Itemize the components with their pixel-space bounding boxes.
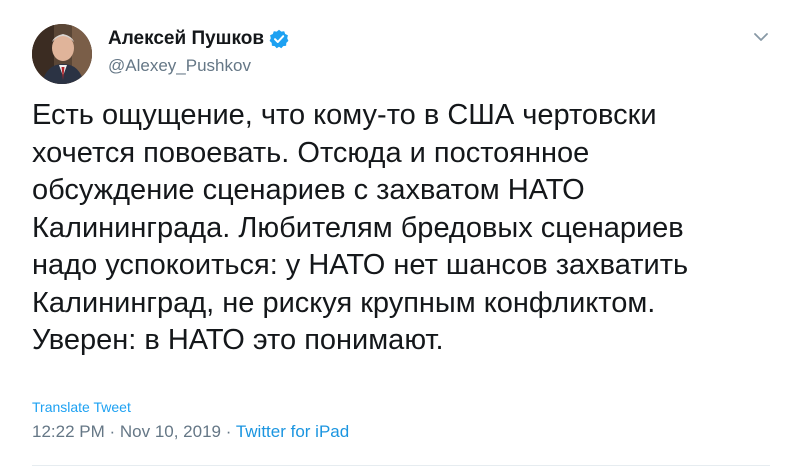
avatar[interactable] (32, 24, 92, 84)
author-handle[interactable]: @Alexey_Pushkov (108, 56, 289, 76)
name-row: Алексей Пушков (108, 26, 289, 52)
tweet-card: Алексей Пушков @Alexey_Pushkov Есть ощущ… (0, 0, 800, 472)
tweet-text-line: Калининград, не рискуя крупным конфликто… (32, 286, 656, 319)
chevron-down-icon[interactable] (752, 30, 770, 44)
meta-separator: · (221, 422, 236, 441)
tweet-text-line: Калининграда. Любителям бредовых сценари… (32, 211, 684, 244)
tweet-meta: 12:22 PM · Nov 10, 2019 · Twitter for iP… (32, 422, 349, 442)
user-info[interactable]: Алексей Пушков @Alexey_Pushkov (108, 26, 289, 76)
tweet-text-line: надо успокоиться: у НАТО нет шансов захв… (32, 249, 689, 281)
meta-separator: · (104, 422, 120, 441)
tweet-text-line: хочется повоевать. Отсюда и постоянное (32, 136, 590, 169)
tweet-date[interactable]: Nov 10, 2019 (120, 422, 221, 441)
translate-tweet-link[interactable]: Translate Tweet (32, 399, 131, 415)
author-name[interactable]: Алексей Пушков (108, 28, 264, 50)
verified-badge-icon (269, 29, 289, 49)
tweet-text: Есть ощущение, что кому-то в США чертовс… (32, 97, 772, 360)
tweet-text-line: обсуждение сценариев с захватом НАТО (32, 174, 585, 206)
tweet-time[interactable]: 12:22 PM (32, 422, 105, 441)
divider (32, 465, 770, 466)
tweet-text-line: Уверен: в НАТО это понимают. (32, 324, 444, 356)
tweet-source-link[interactable]: Twitter for iPad (236, 422, 349, 441)
tweet-text-line: Есть ощущение, что кому-то в США чертовс… (32, 99, 657, 131)
